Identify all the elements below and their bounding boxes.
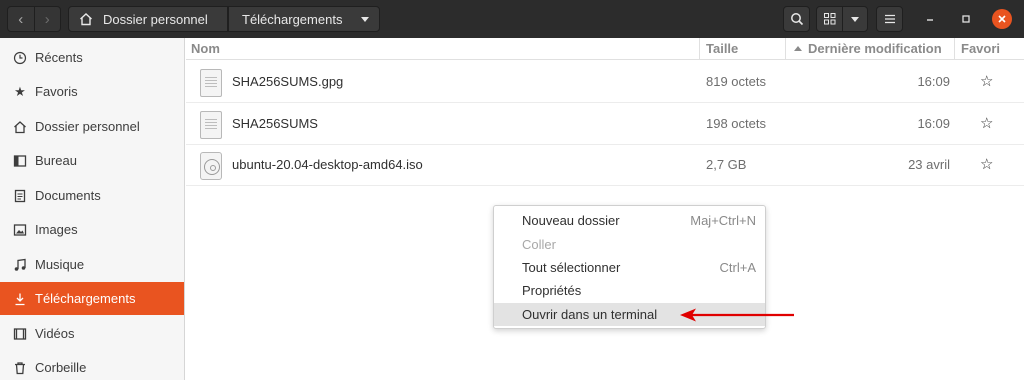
menu-item-label: Tout sélectionner [522,259,621,275]
annotation-arrow [680,308,794,322]
column-header-modified[interactable]: Dernière modification [794,41,942,56]
sidebar-item-videos[interactable]: Vidéos [0,317,184,350]
file-size: 2,7 GB [706,157,747,172]
column-divider [699,38,700,60]
search-icon [790,13,803,26]
trash-icon [12,360,28,376]
music-icon [12,257,28,273]
forward-button[interactable]: › [33,7,61,31]
sidebar-item-label: Musique [35,257,85,272]
menu-item-paste[interactable]: Coller [494,232,765,255]
file-modified: 16:09 [917,116,950,131]
video-icon [12,326,28,342]
document-icon [12,188,28,204]
download-icon [12,291,28,307]
file-modified: 16:09 [917,74,950,89]
sidebar-item-label: Documents [35,188,101,203]
file-name: ubuntu-20.04-desktop-amd64.iso [232,157,423,172]
file-row[interactable]: SHA256SUMS 198 octets 16:09 ☆ [186,103,1024,145]
column-divider [785,38,786,60]
grid-view-icon [817,13,842,25]
maximize-icon [962,15,970,23]
menu-item-label: Propriétés [522,283,582,299]
close-button[interactable] [992,9,1012,29]
column-header-size[interactable]: Taille [706,41,738,56]
hamburger-menu-icon [884,14,895,24]
sidebar-item-home[interactable]: Dossier personnel [0,110,184,143]
menu-item-shortcut: Ctrl+A [719,259,756,275]
file-name: SHA256SUMS [232,116,318,131]
path-button-home[interactable]: Dossier personnel [68,6,228,32]
chevron-down-icon [851,16,860,22]
sort-ascending-icon [794,46,802,51]
menu-item-select-all[interactable]: Tout sélectionner Ctrl+A [494,256,765,279]
text-file-icon [200,69,222,97]
chevron-down-icon [361,17,369,22]
sidebar-item-bureau[interactable]: Bureau [0,144,184,177]
star-outline-icon[interactable]: ☆ [980,72,993,90]
sidebar-item-label: Bureau [35,153,77,168]
file-size: 198 octets [706,116,766,131]
text-file-icon [200,111,222,139]
minimize-icon [927,19,933,21]
file-row[interactable]: ubuntu-20.04-desktop-amd64.iso 2,7 GB 23… [186,144,1024,186]
search-button[interactable] [783,6,810,32]
desktop-icon [12,153,28,169]
path-current-label: Téléchargements [242,11,343,27]
view-mode-button[interactable] [816,6,868,32]
column-header-name[interactable]: Nom [191,41,220,56]
column-header-modified-label: Dernière modification [808,41,942,56]
star-outline-icon[interactable]: ☆ [980,155,993,173]
file-row[interactable]: SHA256SUMS.gpg 819 octets 16:09 ☆ [186,61,1024,103]
sidebar-item-telechargements[interactable]: Téléchargements [0,282,184,315]
sidebar-item-musique[interactable]: Musique [0,248,184,281]
close-icon [998,15,1006,23]
sidebar-item-favoris[interactable]: ★ Favoris [0,75,184,108]
sidebar-item-label: Récents [35,50,83,65]
menu-button[interactable] [876,6,903,32]
menu-item-label: Ouvrir dans un terminal [522,306,658,322]
sidebar-item-label: Images [35,222,78,237]
sidebar-item-documents[interactable]: Documents [0,179,184,212]
column-divider [954,38,955,60]
home-icon [80,13,92,26]
list-header: Nom Taille Dernière modification Favori [186,38,1024,60]
disc-image-icon [200,152,222,180]
sidebar-item-corbeille[interactable]: Corbeille [0,351,184,380]
header-bar: ‹ › Dossier personnel Téléchargements [0,0,1024,38]
file-size: 819 octets [706,74,766,89]
image-icon [12,222,28,238]
file-name: SHA256SUMS.gpg [232,74,344,89]
sidebar-item-images[interactable]: Images [0,213,184,246]
minimize-button[interactable] [921,10,939,28]
sidebar-item-label: Favoris [35,84,78,99]
menu-item-properties[interactable]: Propriétés [494,279,765,302]
sidebar: Récents ★ Favoris Dossier personnel Bure… [0,38,185,380]
star-outline-icon[interactable]: ☆ [980,114,993,132]
file-modified: 23 avril [908,157,950,172]
column-header-favorite[interactable]: Favori [961,41,1000,56]
sidebar-item-recents[interactable]: Récents [0,41,184,74]
sidebar-item-label: Corbeille [35,360,87,375]
sidebar-item-label: Téléchargements [35,291,136,306]
clock-icon [12,50,28,66]
menu-item-label: Coller [522,236,556,252]
sidebar-item-label: Dossier personnel [35,119,140,134]
view-options-dropdown[interactable] [842,7,867,31]
sidebar-item-label: Vidéos [35,326,75,341]
path-button-current[interactable]: Téléchargements [228,6,380,32]
maximize-button[interactable] [957,10,975,28]
menu-item-shortcut: Maj+Ctrl+N [690,213,756,229]
menu-item-new-folder[interactable]: Nouveau dossier Maj+Ctrl+N [494,209,765,232]
star-icon: ★ [14,83,26,99]
navigation-buttons: ‹ › [7,6,61,32]
home-icon [12,119,28,135]
back-button[interactable]: ‹ [8,7,34,31]
path-home-label: Dossier personnel [103,11,208,27]
menu-item-label: Nouveau dossier [522,213,620,229]
